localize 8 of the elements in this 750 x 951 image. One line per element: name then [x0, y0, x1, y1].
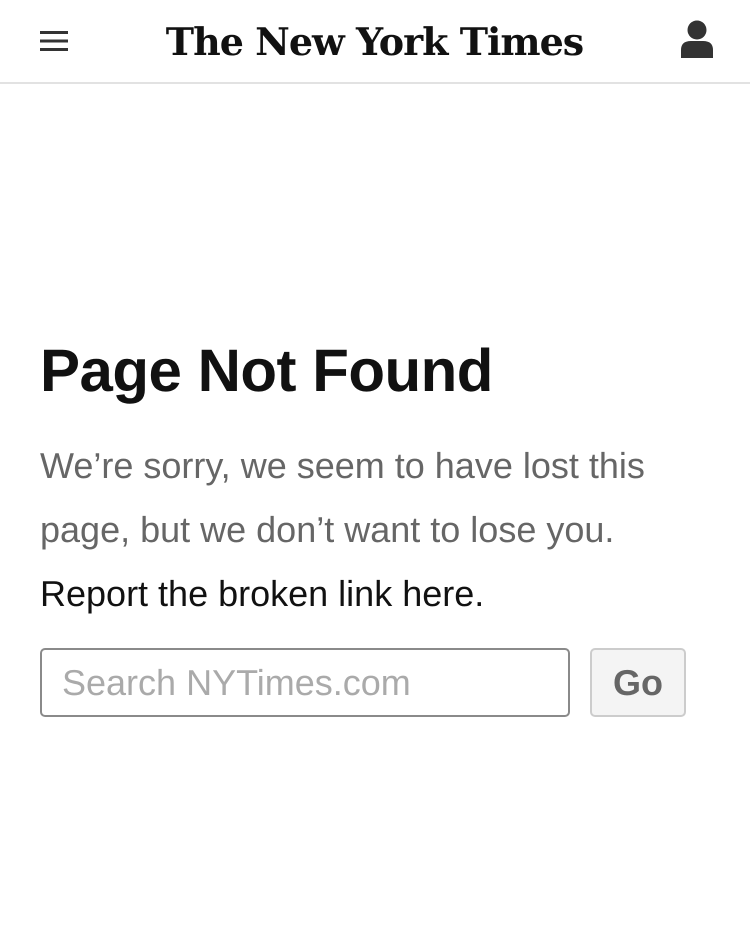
go-button[interactable]: Go [590, 648, 686, 717]
error-message: We’re sorry, we seem to have lost this page, but we don’t want to lose you. Report the broken link here. [40, 444, 646, 616]
report-link[interactable]: Report the broken link here. [40, 573, 484, 614]
page-title: Page Not Found [40, 336, 494, 406]
menu-icon[interactable] [40, 30, 68, 52]
user-icon[interactable] [681, 20, 713, 58]
site-logo[interactable]: The New York Times [166, 18, 584, 64]
search-field[interactable]: Search NYTimes.com [40, 648, 570, 717]
